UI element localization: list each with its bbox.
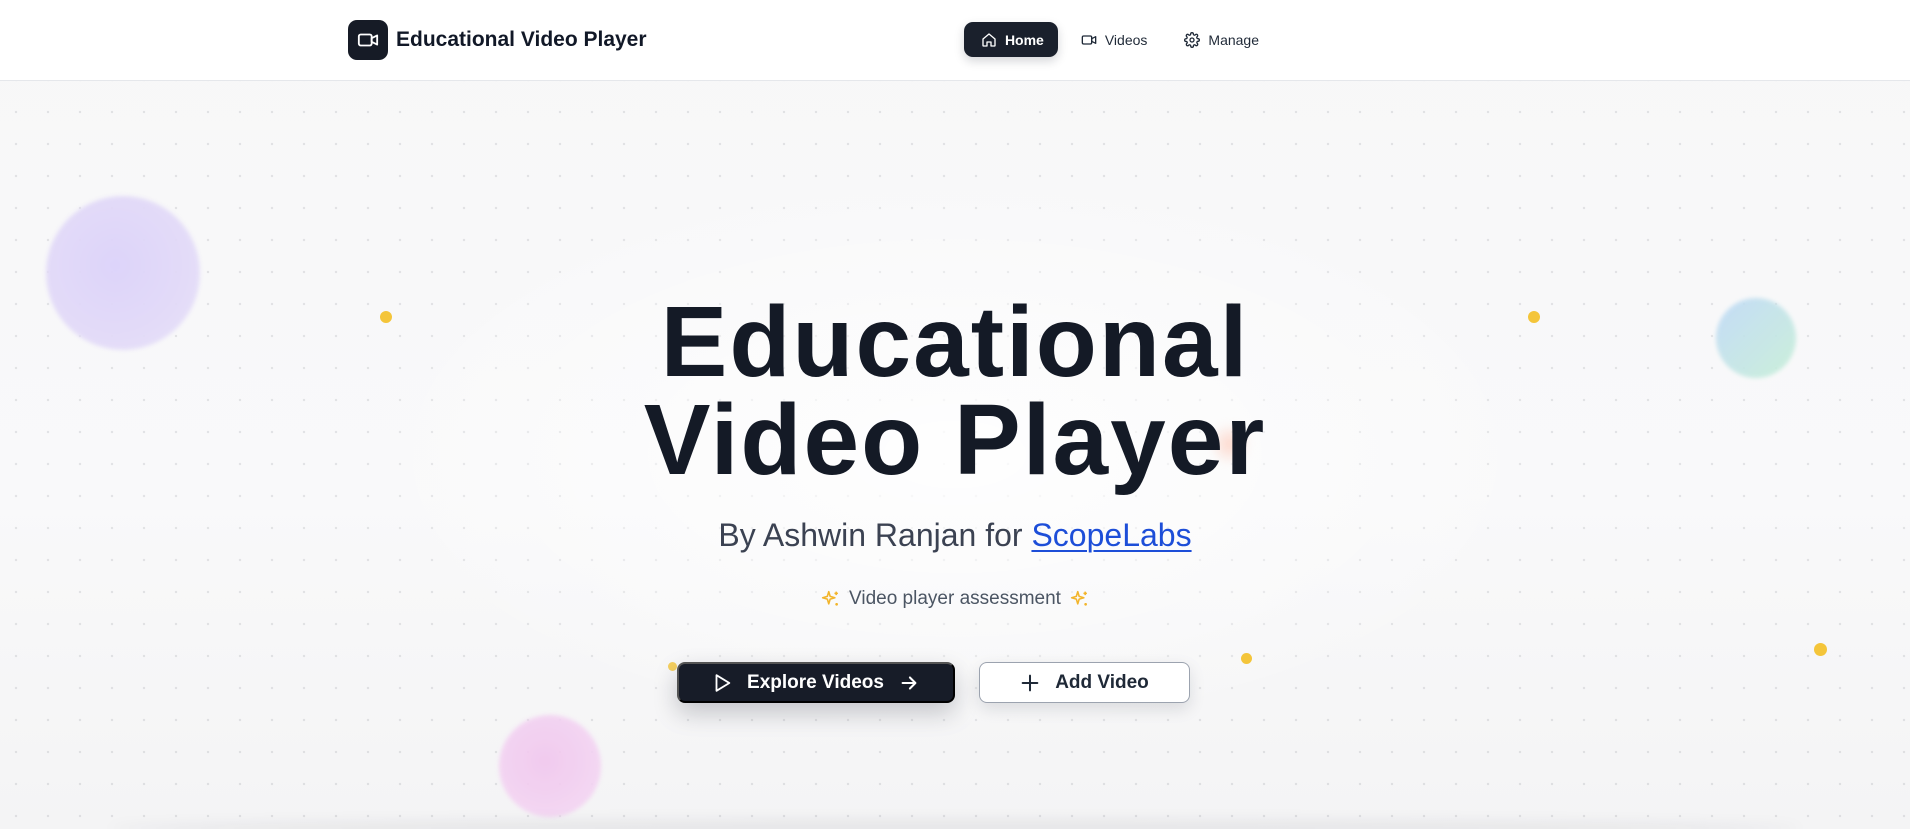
nav-item-manage[interactable]: Manage (1167, 22, 1273, 57)
plus-icon (1021, 674, 1039, 691)
nav-item-label: Home (1004, 31, 1044, 48)
scopelabs-link[interactable]: ScopeLabs (1031, 517, 1191, 553)
nav-item-label: Manage (1208, 31, 1259, 48)
hero-title-line1: Educational (660, 286, 1250, 398)
main-nav: Home Videos Manage (963, 22, 1273, 57)
byline: By Ashwin Ranjan for ScopeLabs (0, 517, 1910, 554)
brand[interactable]: Educational Video Player (348, 20, 647, 60)
arrow-right-icon (901, 675, 917, 690)
video-camera-icon (1081, 34, 1097, 45)
cta-group: Explore Videos Add Video (0, 662, 1910, 703)
tagline-text: Video player assessment (849, 588, 1061, 609)
home-icon (982, 32, 996, 47)
add-video-button[interactable]: Add Video (978, 662, 1190, 703)
sparkles-icon (1070, 590, 1087, 606)
nav-item-label: Videos (1104, 31, 1148, 48)
page: Educational Video Player Home Videos Man… (0, 0, 1910, 829)
nav-item-videos[interactable]: Videos (1064, 22, 1162, 57)
add-video-label: Add Video (1055, 671, 1149, 693)
top-navbar: Educational Video Player Home Videos Man… (0, 0, 1910, 81)
tagline: Video player assessment (0, 588, 1910, 610)
hero-section: Educational Video Player By Ashwin Ranja… (0, 81, 1910, 829)
gear-icon (1184, 31, 1201, 48)
byline-text: By Ashwin Ranjan for (718, 517, 1023, 553)
explore-videos-button[interactable]: Explore Videos (676, 662, 955, 703)
hero-title-line2: Video Player (643, 384, 1267, 496)
nav-item-home[interactable]: Home (963, 22, 1058, 57)
sparkles-icon (821, 590, 838, 606)
explore-videos-label: Explore Videos (747, 671, 884, 693)
brand-title: Educational Video Player (396, 28, 647, 51)
play-icon (715, 673, 731, 692)
hero-title: Educational Video Player (0, 286, 1910, 496)
video-camera-icon (348, 20, 388, 60)
